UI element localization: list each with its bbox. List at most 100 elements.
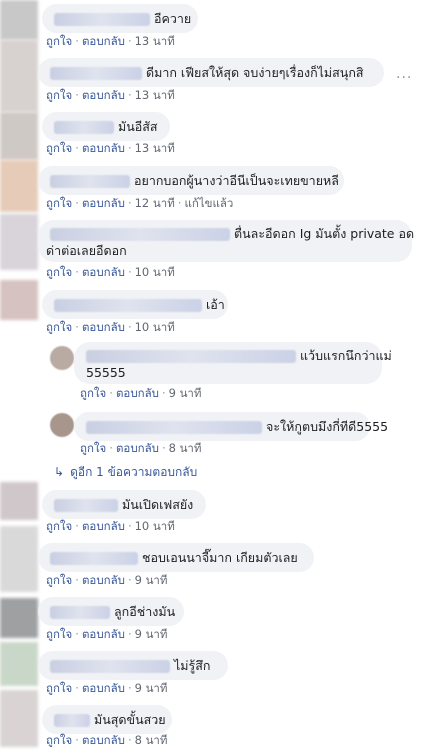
reply-link[interactable]: ตอบกลับ [82, 34, 125, 48]
avatar[interactable] [0, 280, 38, 320]
comment-time[interactable]: 10 นาที [135, 320, 175, 334]
reply-link[interactable]: ตอบกลับ [116, 441, 159, 455]
comment-actions: ถูกใจ · ตอบกลับ · 9 นาที [46, 681, 168, 695]
reply-link[interactable]: ตอบกลับ [116, 386, 159, 400]
like-link[interactable]: ถูกใจ [46, 141, 72, 155]
comment-actions: ถูกใจ · ตอบกลับ · 13 นาที [46, 34, 175, 48]
comment-time[interactable]: 9 นาที [135, 681, 168, 695]
author-name-redacted[interactable] [50, 228, 230, 241]
author-name-redacted[interactable] [86, 350, 296, 363]
comment-bubble: มันสุดขั้นสวย [42, 705, 172, 734]
comment-actions: ถูกใจ · ตอบกลับ · 13 นาที [46, 141, 175, 155]
reply-link[interactable]: ตอบกลับ [82, 627, 125, 641]
author-name-redacted[interactable] [54, 13, 150, 26]
author-name-redacted[interactable] [54, 121, 114, 134]
like-link[interactable]: ถูกใจ [46, 196, 72, 210]
reply-link[interactable]: ตอบกลับ [82, 88, 125, 102]
avatar[interactable] [0, 40, 38, 112]
avatar[interactable] [0, 482, 38, 520]
reply-link[interactable]: ตอบกลับ [82, 573, 125, 587]
like-link[interactable]: ถูกใจ [46, 88, 72, 102]
reply-link[interactable]: ตอบกลับ [82, 196, 125, 210]
comment-actions: ถูกใจ · ตอบกลับ · 10 นาที [46, 320, 175, 334]
like-link[interactable]: ถูกใจ [46, 34, 72, 48]
comment-text: มันสุดขั้นสวย [94, 712, 166, 727]
reply-arrow-icon: ↳ [54, 465, 65, 479]
avatar[interactable] [0, 642, 38, 686]
comment-time[interactable]: 13 นาที [135, 141, 175, 155]
reply-text: แว้บแรกนึกว่าแม่ [300, 348, 392, 363]
reply-text: จะให้กูตบมึงกี่ทีดี5555 [266, 419, 389, 434]
comment-text: ไม่รู้สึก [174, 658, 211, 673]
comment-actions: ถูกใจ · ตอบกลับ · 9 นาที [46, 573, 168, 587]
like-link[interactable]: ถูกใจ [46, 265, 72, 279]
reply-time[interactable]: 8 นาที [169, 441, 202, 455]
reply-time[interactable]: 9 นาที [169, 386, 202, 400]
edited-label[interactable]: แก้ไขแล้ว [184, 196, 233, 210]
author-name-redacted[interactable] [50, 552, 138, 565]
author-name-redacted[interactable] [50, 67, 142, 80]
comment-text-line2: ด่าต่อเลยอีดอก [46, 243, 127, 258]
like-link[interactable]: ถูกใจ [46, 733, 72, 747]
comment-actions: ถูกใจ · ตอบกลับ · 8 นาที [46, 733, 168, 747]
like-link[interactable]: ถูกใจ [80, 441, 106, 455]
comment-text: ชอบเอนนาจี๊มาก เกียมตัวเลย [142, 550, 298, 565]
comment-bubble: เอ้า [42, 290, 228, 319]
comment-bubble: ชอบเอนนาจี๊มาก เกียมตัวเลย [38, 543, 314, 572]
view-more-replies-text: ดูอีก 1 ข้อความตอบกลับ [70, 465, 198, 479]
view-more-replies-link[interactable]: ↳ ดูอีก 1 ข้อความตอบกลับ [54, 463, 197, 482]
comment-time[interactable]: 10 นาที [135, 519, 175, 533]
author-name-redacted[interactable] [86, 421, 262, 434]
avatar[interactable] [0, 690, 38, 747]
comment-time[interactable]: 12 นาที [135, 196, 175, 210]
avatar[interactable] [50, 413, 74, 437]
reply-link[interactable]: ตอบกลับ [82, 265, 125, 279]
reply-actions: ถูกใจ · ตอบกลับ · 9 นาที [80, 386, 202, 400]
like-link[interactable]: ถูกใจ [46, 519, 72, 533]
avatar[interactable] [0, 160, 38, 212]
comment-bubble: ไม่รู้สึก [38, 651, 228, 680]
avatar[interactable] [0, 0, 38, 40]
avatar[interactable] [0, 598, 38, 638]
comment-text: ลูกอีช่างมัน [114, 604, 176, 619]
comment-time[interactable]: 13 นาที [135, 88, 175, 102]
reply-link[interactable]: ตอบกลับ [82, 320, 125, 334]
author-name-redacted[interactable] [50, 660, 170, 673]
avatar[interactable] [0, 526, 38, 592]
like-link[interactable]: ถูกใจ [46, 320, 72, 334]
comment-time[interactable]: 10 นาที [135, 265, 175, 279]
comment-bubble: ลูกอีช่างมัน [38, 597, 184, 626]
reply-link[interactable]: ตอบกลับ [82, 681, 125, 695]
comment-time[interactable]: 9 นาที [135, 573, 168, 587]
reply-link[interactable]: ตอบกลับ [82, 519, 125, 533]
comment-text: มันเปิดเฟสยัง [122, 497, 194, 512]
author-name-redacted[interactable] [54, 499, 118, 512]
comment-time[interactable]: 13 นาที [135, 34, 175, 48]
like-link[interactable]: ถูกใจ [80, 386, 106, 400]
comment-bubble: อีควาย [42, 4, 198, 33]
like-link[interactable]: ถูกใจ [46, 573, 72, 587]
comment-actions: ถูกใจ · ตอบกลับ · 13 นาที [46, 88, 175, 102]
comment-time[interactable]: 9 นาที [135, 627, 168, 641]
reply-actions: ถูกใจ · ตอบกลับ · 8 นาที [80, 441, 202, 455]
like-link[interactable]: ถูกใจ [46, 681, 72, 695]
reply-text-line2: 55555 [86, 365, 126, 380]
comment-bubble: อยากบอกผู้นางว่าอีนีเป็นจะเทยขายหลี [38, 166, 344, 195]
comment-bubble: ดีมาก เฟียสให้สุด จบง่ายๆเรื่องก็ไม่สนุก… [38, 58, 384, 87]
like-link[interactable]: ถูกใจ [46, 627, 72, 641]
author-name-redacted[interactable] [50, 175, 130, 188]
comment-actions: ถูกใจ · ตอบกลับ · 10 นาที [46, 519, 175, 533]
reply-bubble: จะให้กูตบมึงกี่ทีดี5555 [74, 412, 388, 441]
comment-text: อยากบอกผู้นางว่าอีนีเป็นจะเทยขายหลี [134, 173, 339, 188]
author-name-redacted[interactable] [54, 714, 90, 727]
avatar[interactable] [0, 112, 38, 160]
more-options-icon[interactable]: ··· [396, 70, 412, 86]
reply-link[interactable]: ตอบกลับ [82, 733, 125, 747]
author-name-redacted[interactable] [50, 606, 110, 619]
reply-link[interactable]: ตอบกลับ [82, 141, 125, 155]
avatar[interactable] [50, 346, 74, 370]
comment-time[interactable]: 8 นาที [135, 733, 168, 747]
avatar[interactable] [0, 214, 38, 270]
comment-actions: ถูกใจ · ตอบกลับ · 9 นาที [46, 627, 168, 641]
author-name-redacted[interactable] [54, 299, 202, 312]
